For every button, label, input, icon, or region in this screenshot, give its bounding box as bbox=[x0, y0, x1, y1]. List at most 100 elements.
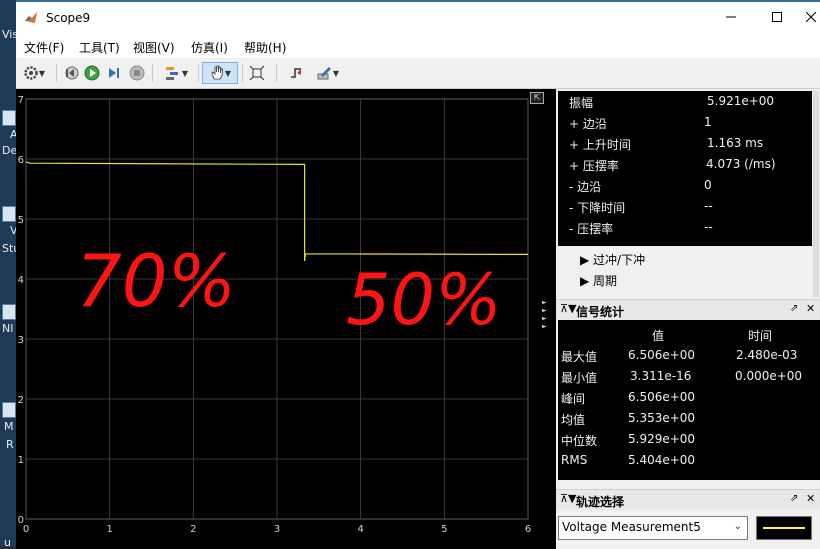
table-header: 值 时间 bbox=[558, 324, 820, 345]
maximize-button[interactable] bbox=[754, 2, 800, 34]
run-icon bbox=[84, 65, 100, 81]
measure-label: + 上升时间 bbox=[569, 138, 631, 152]
desktop-label: M bbox=[4, 420, 14, 433]
scope-window: Scope9 文件(F) 工具(T) 视图(V) 仿真(I) 帮助(H) ▼ ▼… bbox=[16, 2, 820, 549]
chevron-right-icon: ► bbox=[542, 315, 547, 322]
stat-value: 5.404e+00 bbox=[628, 453, 696, 467]
stat-value: 6.506e+00 bbox=[628, 390, 696, 404]
close-icon bbox=[805, 11, 817, 23]
measure-value: -- bbox=[704, 220, 713, 234]
toolbar-separator bbox=[242, 64, 243, 82]
stat-label: 最小值 bbox=[561, 371, 598, 385]
close-icon[interactable]: ✕ bbox=[806, 492, 815, 505]
trace-select-value: Voltage Measurement5 bbox=[562, 520, 701, 534]
table-row: 中位数 5.929e+00 bbox=[558, 429, 820, 450]
step-forward-button[interactable] bbox=[105, 63, 123, 83]
zoom-fit-button[interactable] bbox=[247, 63, 267, 83]
stat-time: 2.480e-03 bbox=[736, 348, 798, 362]
section-label: 周期 bbox=[593, 274, 618, 288]
menu-simulation[interactable]: 仿真(I) bbox=[191, 39, 228, 56]
zoom-fit-icon bbox=[249, 65, 265, 81]
desktop-shortcut-icon[interactable] bbox=[2, 110, 16, 126]
undock-icon: ⇱ bbox=[533, 93, 541, 102]
measure-label: - 边沿 bbox=[569, 180, 602, 194]
close-icon[interactable]: ✕ bbox=[806, 302, 815, 315]
trace-select[interactable]: Voltage Measurement5 ⌄ bbox=[558, 516, 748, 540]
period-section[interactable]: ▶ 周期 bbox=[580, 272, 617, 289]
x-tick-label: 6 bbox=[525, 524, 531, 535]
scope-plot[interactable]: 0 1 2 3 4 5 6 7 0 1 2 3 4 5 6 70% 50% ⇱ ► ► ► ► bbox=[16, 89, 556, 549]
stat-label: 中位数 bbox=[561, 434, 598, 448]
measure-label: - 压摆率 bbox=[569, 222, 614, 236]
column-header: 值 bbox=[652, 329, 665, 343]
section-label: 过冲/下冲 bbox=[593, 253, 646, 267]
handwritten-annotation-50: 50% bbox=[346, 259, 502, 341]
title-bar: Scope9 bbox=[16, 2, 820, 34]
pan-button[interactable]: ▼ bbox=[202, 62, 238, 84]
undock-icon[interactable]: ⇗ bbox=[790, 493, 798, 504]
trace-color-swatch[interactable] bbox=[756, 516, 812, 540]
highlight-button[interactable]: ▼ bbox=[159, 63, 193, 83]
table-row: RMS 5.404e+00 bbox=[558, 450, 820, 471]
table-row: 均值 5.353e+00 bbox=[558, 408, 820, 429]
collapse-icon[interactable]: ⊼▼ bbox=[560, 302, 577, 315]
style-button[interactable]: ▼ bbox=[311, 63, 345, 83]
signal-stats-header[interactable]: ⊼▼ 信号统计 ⇗ ✕ bbox=[556, 299, 820, 320]
undock-icon[interactable]: ⇗ bbox=[790, 303, 798, 314]
toolbar-separator bbox=[152, 64, 153, 82]
close-button[interactable] bbox=[800, 2, 820, 34]
y-tick-label: 6 bbox=[18, 155, 24, 166]
desktop-shortcut-icon[interactable] bbox=[2, 206, 16, 222]
stat-time: 0.000e+00 bbox=[735, 369, 803, 383]
measure-label: - 下降时间 bbox=[569, 201, 626, 215]
y-tick-label: 7 bbox=[18, 95, 24, 106]
menu-help[interactable]: 帮助(H) bbox=[244, 39, 286, 56]
undock-plot-button[interactable]: ⇱ bbox=[530, 92, 544, 104]
y-tick-label: 3 bbox=[18, 335, 24, 346]
menu-file[interactable]: 文件(F) bbox=[24, 39, 64, 56]
desktop-shortcut-icon[interactable] bbox=[2, 402, 16, 418]
run-button[interactable] bbox=[83, 63, 101, 83]
step-back-button[interactable] bbox=[62, 63, 80, 83]
table-row: 峰间 6.506e+00 bbox=[558, 387, 820, 408]
table-row[interactable]: + 边沿 1 bbox=[558, 112, 812, 133]
chevron-right-icon: ► bbox=[542, 323, 547, 330]
desktop-strip: Vis A De V Stu NI M R u bbox=[0, 0, 20, 549]
toolbar-separator bbox=[56, 64, 57, 82]
desktop-label: NI bbox=[2, 322, 14, 335]
menu-view[interactable]: 视图(V) bbox=[133, 39, 175, 56]
x-tick-label: 1 bbox=[106, 524, 112, 535]
chevron-right-icon: ► bbox=[542, 307, 547, 314]
desktop-shortcut-icon[interactable] bbox=[2, 304, 16, 320]
scrollbar[interactable] bbox=[813, 91, 819, 297]
settings-button[interactable]: ▼ bbox=[20, 63, 48, 83]
table-row[interactable]: + 压摆率 4.073 (/ms) bbox=[558, 154, 812, 175]
x-tick-label: 0 bbox=[23, 524, 29, 535]
chevron-down-icon: ▼ bbox=[332, 68, 340, 78]
x-tick-labels: 0 1 2 3 4 5 6 bbox=[23, 524, 531, 535]
toolbar: ▼ ▼ ▼ ▼ bbox=[16, 58, 820, 89]
panel-arrows[interactable]: ► ► ► ► bbox=[542, 299, 550, 331]
toolbar-separator bbox=[276, 64, 277, 82]
overshoot-section[interactable]: ▶ 过冲/下冲 bbox=[580, 251, 645, 268]
collapse-icon[interactable]: ⊼▼ bbox=[560, 492, 577, 505]
table-row[interactable]: - 边沿 0 bbox=[558, 175, 812, 196]
trace-selection-header[interactable]: ⊼▼ 轨迹选择 ⇗ ✕ bbox=[556, 489, 820, 510]
step-back-icon bbox=[65, 66, 79, 80]
menu-bar: 文件(F) 工具(T) 视图(V) 仿真(I) 帮助(H) bbox=[16, 34, 820, 58]
table-row[interactable]: + 上升时间 1.163 ms bbox=[558, 133, 812, 154]
table-row[interactable]: - 下降时间 -- bbox=[558, 196, 812, 217]
style-icon bbox=[317, 67, 331, 80]
stat-label: 峰间 bbox=[561, 392, 586, 406]
table-row[interactable]: - 压摆率 -- bbox=[558, 217, 812, 238]
chevron-down-icon: ▼ bbox=[181, 68, 189, 78]
panel-title: 轨迹选择 bbox=[576, 495, 625, 509]
chevron-down-icon: ▼ bbox=[224, 68, 232, 78]
stat-value: 5.353e+00 bbox=[628, 411, 696, 425]
trigger-button[interactable] bbox=[287, 63, 307, 83]
stop-button[interactable] bbox=[128, 63, 146, 83]
minimize-button[interactable] bbox=[708, 2, 754, 34]
step-forward-icon bbox=[109, 68, 119, 78]
menu-tools[interactable]: 工具(T) bbox=[79, 39, 120, 56]
chevron-down-icon: ▼ bbox=[38, 68, 46, 78]
